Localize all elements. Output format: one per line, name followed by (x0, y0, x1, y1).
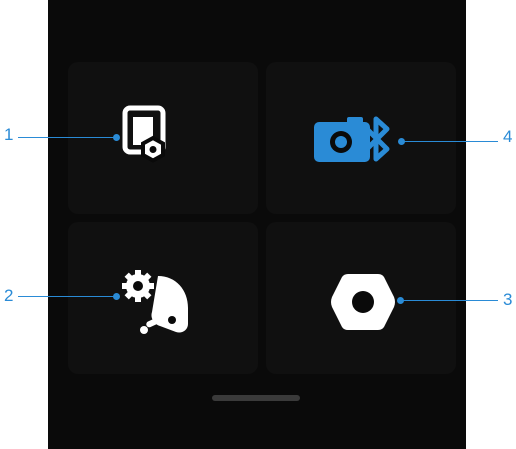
callout-line-3 (402, 300, 498, 301)
callout-line-1 (18, 137, 116, 138)
callout-number-4: 4 (503, 127, 513, 146)
manual-figure: 1 2 3 4 (0, 0, 516, 449)
callout-number-3: 3 (503, 290, 513, 309)
callout-number-1: 1 (4, 125, 14, 144)
callout-number-2: 2 (4, 286, 14, 305)
callout-line-4 (403, 141, 498, 142)
settings-nut-icon[interactable] (330, 272, 396, 332)
callout-line-2 (18, 296, 116, 297)
gimbal-settings-icon[interactable] (120, 268, 192, 340)
callout-dot-2 (113, 293, 120, 300)
device-screen (48, 0, 466, 449)
home-indicator[interactable] (212, 395, 300, 401)
screen-settings-icon[interactable] (122, 105, 168, 167)
callout-dot-1 (113, 134, 120, 141)
camera-bluetooth-icon[interactable] (313, 113, 399, 169)
